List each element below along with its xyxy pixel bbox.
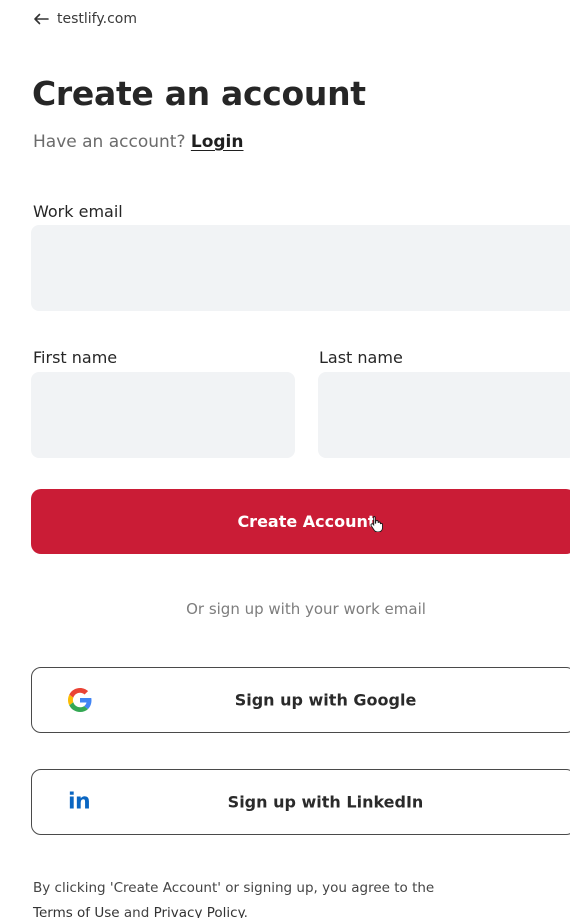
have-account-text: Have an account? xyxy=(33,132,186,152)
legal-conjunction: and xyxy=(123,905,150,918)
hand-cursor-icon xyxy=(370,516,383,532)
back-link[interactable]: testlify.com xyxy=(33,11,137,27)
page-title: Create an account xyxy=(32,74,366,113)
first-name-field[interactable] xyxy=(31,372,295,458)
back-link-label: testlify.com xyxy=(57,11,137,27)
arrow-left-icon xyxy=(34,13,49,25)
legal-prefix: By clicking 'Create Account' or signing … xyxy=(33,880,435,896)
legal-suffix: . xyxy=(243,905,248,918)
login-link[interactable]: Login xyxy=(191,132,244,152)
google-signup-label: Sign up with Google xyxy=(234,690,417,710)
last-name-field[interactable] xyxy=(318,372,570,458)
work-email-field[interactable] xyxy=(31,225,570,311)
linkedin-signup-label: Sign up with LinkedIn xyxy=(227,792,424,812)
create-account-button[interactable]: Create Account xyxy=(31,489,570,554)
privacy-policy-link[interactable]: Privacy Policy xyxy=(154,905,244,918)
google-signup-button[interactable]: Sign up with Google xyxy=(31,667,570,733)
terms-of-use-link[interactable]: Terms of Use xyxy=(33,905,120,918)
linkedin-signup-button[interactable]: in Sign up with LinkedIn xyxy=(31,769,570,835)
have-account-prompt: Have an account? Login xyxy=(33,132,244,152)
first-name-label: First name xyxy=(33,348,118,367)
last-name-label: Last name xyxy=(319,348,403,367)
social-divider-text: Or sign up with your work email xyxy=(186,600,426,618)
create-account-label: Create Account xyxy=(237,512,376,531)
legal-notice: By clicking 'Create Account' or signing … xyxy=(33,876,563,918)
work-email-label: Work email xyxy=(33,202,123,221)
